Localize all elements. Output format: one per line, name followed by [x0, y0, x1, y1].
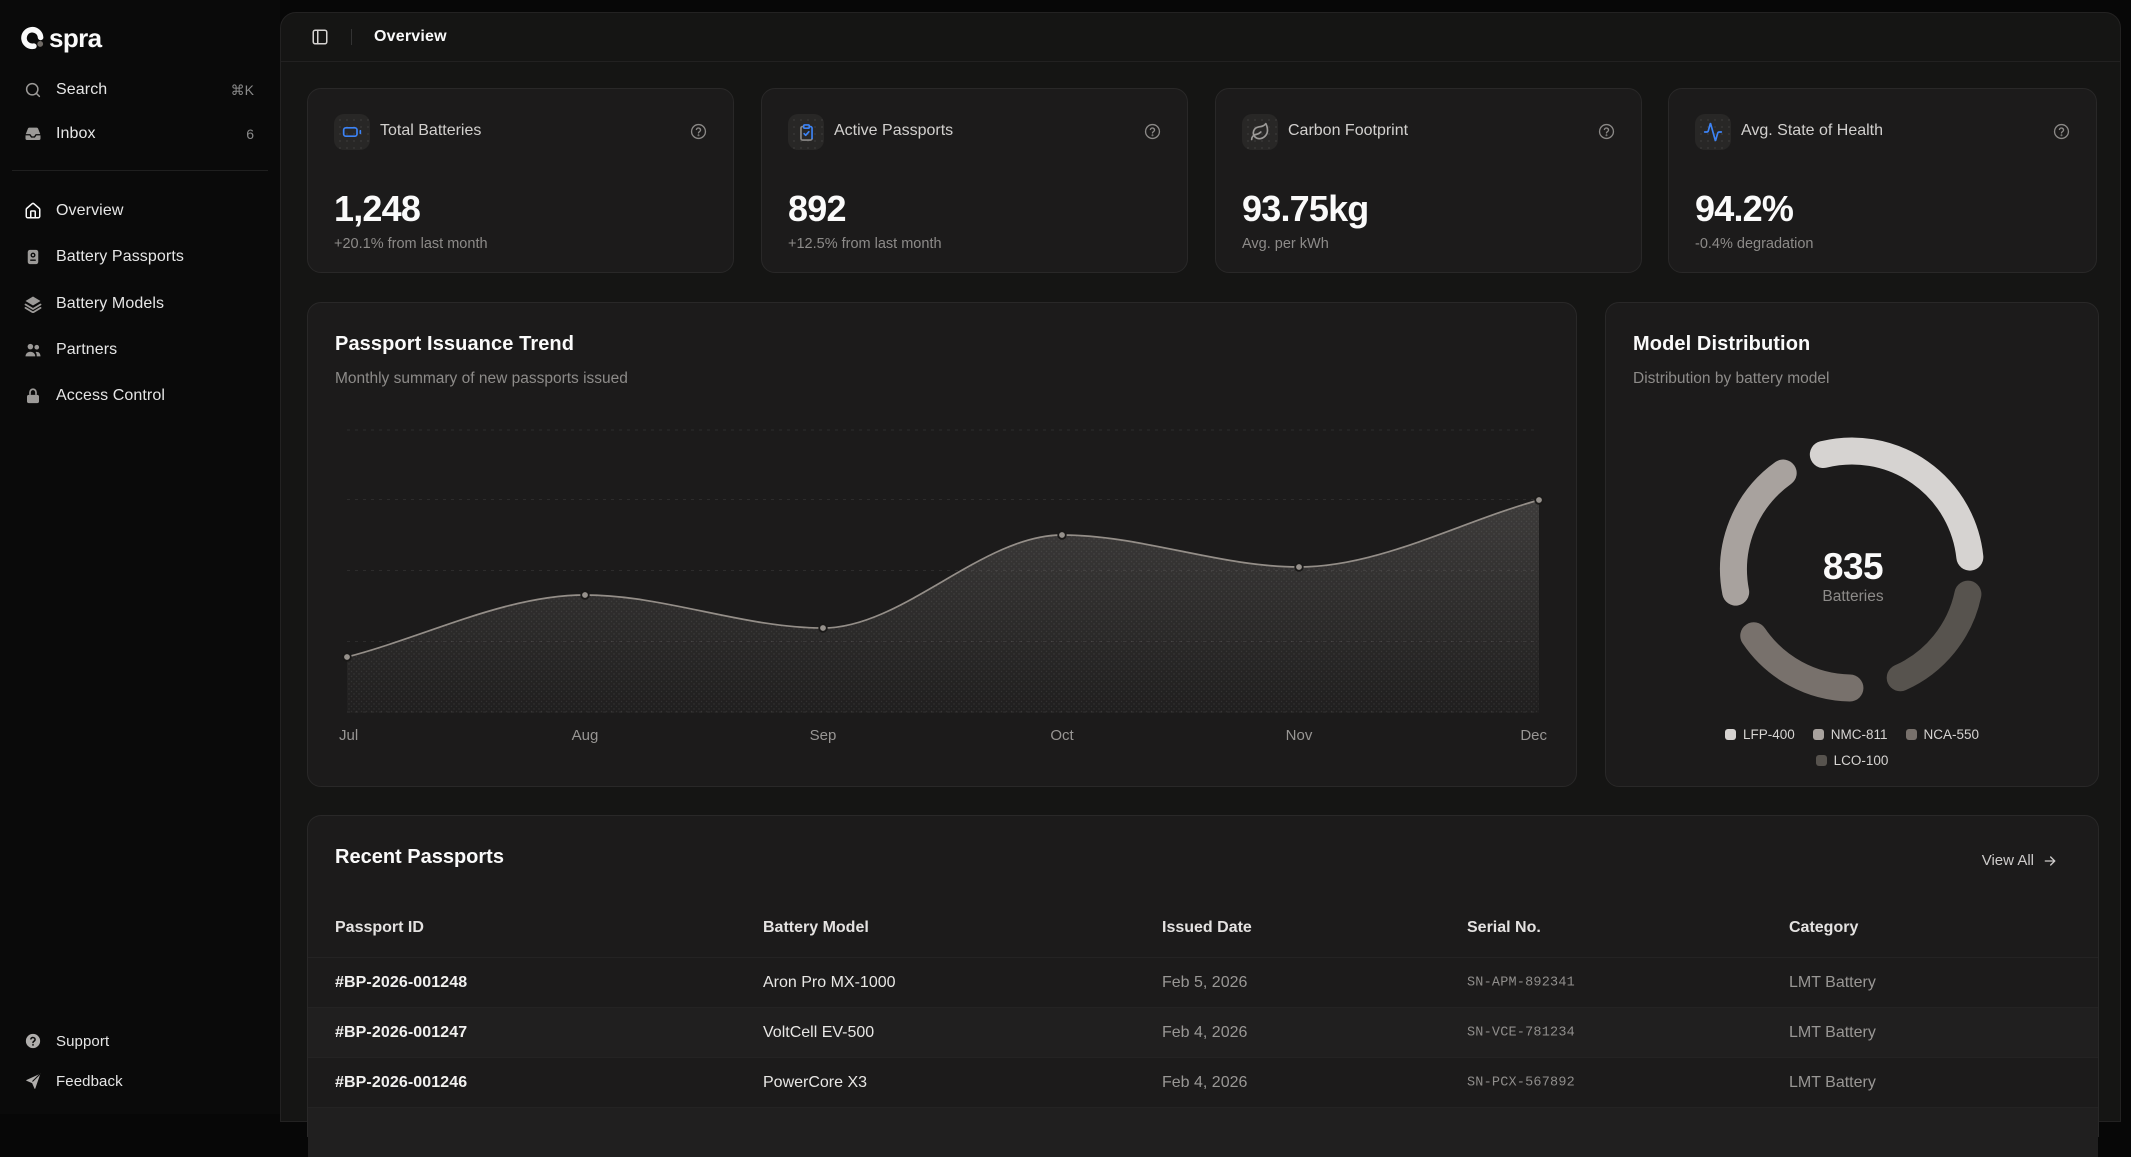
svg-text:Dec: Dec: [1520, 727, 1547, 744]
svg-text:Oct: Oct: [1050, 727, 1074, 744]
svg-text:Sep: Sep: [810, 727, 837, 744]
svg-text:Aug: Aug: [572, 727, 599, 744]
svg-text:Jul: Jul: [339, 727, 358, 744]
svg-text:Nov: Nov: [1286, 727, 1313, 744]
